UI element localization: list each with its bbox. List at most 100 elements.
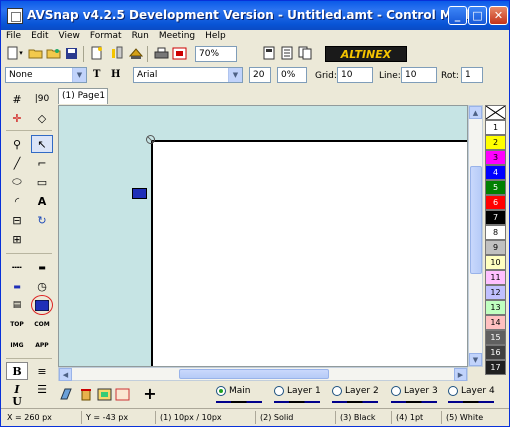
align-center-icon[interactable]: ≡ bbox=[31, 362, 53, 380]
layer-3-radio[interactable] bbox=[391, 386, 401, 396]
menu-edit[interactable]: Edit bbox=[26, 30, 53, 44]
image-icon[interactable] bbox=[96, 386, 112, 402]
grid-90-icon[interactable]: |90 bbox=[31, 90, 53, 108]
add-layer-button[interactable]: + bbox=[142, 384, 158, 403]
page-properties-icon[interactable] bbox=[109, 45, 125, 61]
color-swatch[interactable]: 11 bbox=[485, 270, 506, 285]
button-small-icon[interactable]: ▬ bbox=[6, 277, 28, 295]
layer-tool-icon[interactable] bbox=[58, 386, 74, 402]
open-recent-icon[interactable] bbox=[45, 45, 61, 61]
frame-icon[interactable] bbox=[114, 386, 130, 402]
grid-icon[interactable]: # bbox=[6, 90, 28, 108]
rotation-field[interactable]: 1 bbox=[461, 67, 483, 83]
list-icon[interactable]: ▤ bbox=[6, 296, 28, 314]
close-button[interactable]: ✕ bbox=[489, 6, 508, 25]
color-swatch[interactable]: 8 bbox=[485, 225, 506, 240]
rectangle-icon[interactable]: ▭ bbox=[31, 173, 53, 191]
vertical-scrollbar[interactable]: ▲ ▼ bbox=[468, 105, 483, 367]
minimize-button[interactable]: _ bbox=[448, 6, 467, 25]
layer-2[interactable]: Layer 2 bbox=[332, 386, 379, 396]
fullscreen-icon[interactable] bbox=[171, 45, 187, 61]
color-swatch[interactable]: 16 bbox=[485, 345, 506, 360]
display-icon[interactable]: ▬ bbox=[31, 258, 53, 276]
ellipse-icon[interactable]: ⬭ bbox=[6, 173, 28, 191]
scroll-up-icon[interactable]: ▲ bbox=[469, 106, 482, 119]
drawing-canvas[interactable] bbox=[58, 105, 468, 367]
color-swatch[interactable]: 5 bbox=[485, 180, 506, 195]
layer-1-radio[interactable] bbox=[274, 386, 284, 396]
underline-button[interactable]: U bbox=[6, 396, 28, 406]
slider-icon[interactable]: ╍╍ bbox=[6, 258, 28, 276]
vertical-scroll-thumb[interactable] bbox=[470, 166, 482, 274]
color-swatch[interactable]: 2 bbox=[485, 135, 506, 150]
text-icon[interactable]: A bbox=[31, 192, 53, 210]
save-icon[interactable] bbox=[63, 45, 79, 61]
connector-icon[interactable]: ⊟ bbox=[6, 211, 28, 229]
page-duplicate-icon[interactable] bbox=[297, 45, 313, 61]
new-page-icon[interactable] bbox=[89, 45, 105, 61]
origin-marker-icon[interactable] bbox=[146, 135, 155, 144]
menu-meeting[interactable]: Meeting bbox=[154, 30, 200, 44]
height-tool-button[interactable]: H bbox=[111, 67, 120, 83]
color-swatch[interactable]: 13 bbox=[485, 300, 506, 315]
new-dropdown-icon[interactable]: ▾ bbox=[17, 45, 25, 61]
scroll-right-icon[interactable]: ▶ bbox=[454, 368, 467, 381]
text-tool-button[interactable]: T bbox=[93, 67, 100, 83]
no-color-swatch[interactable] bbox=[485, 105, 506, 120]
menu-file[interactable]: File bbox=[1, 30, 26, 44]
layer-main[interactable]: Main bbox=[216, 386, 251, 396]
blue-button-object[interactable] bbox=[132, 188, 147, 199]
polyline-icon[interactable]: ⌐ bbox=[31, 154, 53, 172]
pointer-icon[interactable]: ↖ bbox=[31, 135, 53, 153]
horizontal-scrollbar[interactable]: ◀ ▶ bbox=[58, 367, 468, 381]
layer-4-radio[interactable] bbox=[448, 386, 458, 396]
zoom-icon[interactable]: ⚲ bbox=[6, 135, 28, 153]
color-swatch[interactable]: 10 bbox=[485, 255, 506, 270]
color-swatch[interactable]: 3 bbox=[485, 150, 506, 165]
page-area[interactable] bbox=[151, 140, 467, 366]
img-button[interactable]: IMG bbox=[6, 336, 28, 354]
open-folder-icon[interactable] bbox=[27, 45, 43, 61]
zoom-select[interactable]: 70% bbox=[195, 46, 237, 62]
layer-1[interactable]: Layer 1 bbox=[274, 386, 321, 396]
percent-field[interactable]: 0% bbox=[277, 67, 307, 83]
fill-bucket-icon[interactable]: ◇ bbox=[31, 109, 53, 127]
print-icon[interactable] bbox=[153, 45, 169, 61]
import-icon[interactable] bbox=[127, 45, 143, 61]
maximize-button[interactable]: □ bbox=[468, 6, 487, 25]
origin-icon[interactable]: ✛ bbox=[6, 109, 28, 127]
top-button[interactable]: TOP bbox=[6, 315, 28, 333]
app-button[interactable]: APP bbox=[31, 336, 53, 354]
grid-field[interactable]: 10 bbox=[337, 67, 373, 83]
color-swatch[interactable]: 9 bbox=[485, 240, 506, 255]
menu-run[interactable]: Run bbox=[127, 30, 154, 44]
color-swatch[interactable]: 12 bbox=[485, 285, 506, 300]
table-icon[interactable]: ⊞ bbox=[6, 230, 28, 248]
delete-icon[interactable] bbox=[78, 386, 94, 402]
com-button[interactable]: COM bbox=[31, 315, 53, 333]
align-justify-icon[interactable]: ☰ bbox=[31, 380, 53, 398]
horizontal-scroll-thumb[interactable] bbox=[179, 369, 329, 379]
color-swatch[interactable]: 4 bbox=[485, 165, 506, 180]
color-swatch[interactable]: 15 bbox=[485, 330, 506, 345]
menu-help[interactable]: Help bbox=[200, 30, 231, 44]
layer-3[interactable]: Layer 3 bbox=[391, 386, 438, 396]
line-field[interactable]: 10 bbox=[401, 67, 437, 83]
page-copy-icon[interactable] bbox=[279, 45, 295, 61]
menu-view[interactable]: View bbox=[54, 30, 85, 44]
arc-icon[interactable]: ◜ bbox=[6, 192, 28, 210]
font-size-field[interactable]: 20 bbox=[249, 67, 271, 83]
color-swatch[interactable]: 17 bbox=[485, 360, 506, 375]
rotate-icon[interactable]: ↻ bbox=[31, 211, 53, 229]
bold-button[interactable]: B bbox=[6, 362, 28, 380]
tab-page1[interactable]: (1) Page1 bbox=[58, 88, 108, 104]
font-select[interactable]: Arial ▼ bbox=[133, 67, 243, 83]
scroll-left-icon[interactable]: ◀ bbox=[59, 368, 72, 381]
color-swatch[interactable]: 7 bbox=[485, 210, 506, 225]
color-swatch[interactable]: 14 bbox=[485, 315, 506, 330]
layer-main-radio[interactable] bbox=[216, 386, 226, 396]
page-setup-icon[interactable] bbox=[261, 45, 277, 61]
color-swatch[interactable]: 6 bbox=[485, 195, 506, 210]
clock-icon[interactable]: ◷ bbox=[31, 277, 53, 295]
menu-format[interactable]: Format bbox=[85, 30, 127, 44]
